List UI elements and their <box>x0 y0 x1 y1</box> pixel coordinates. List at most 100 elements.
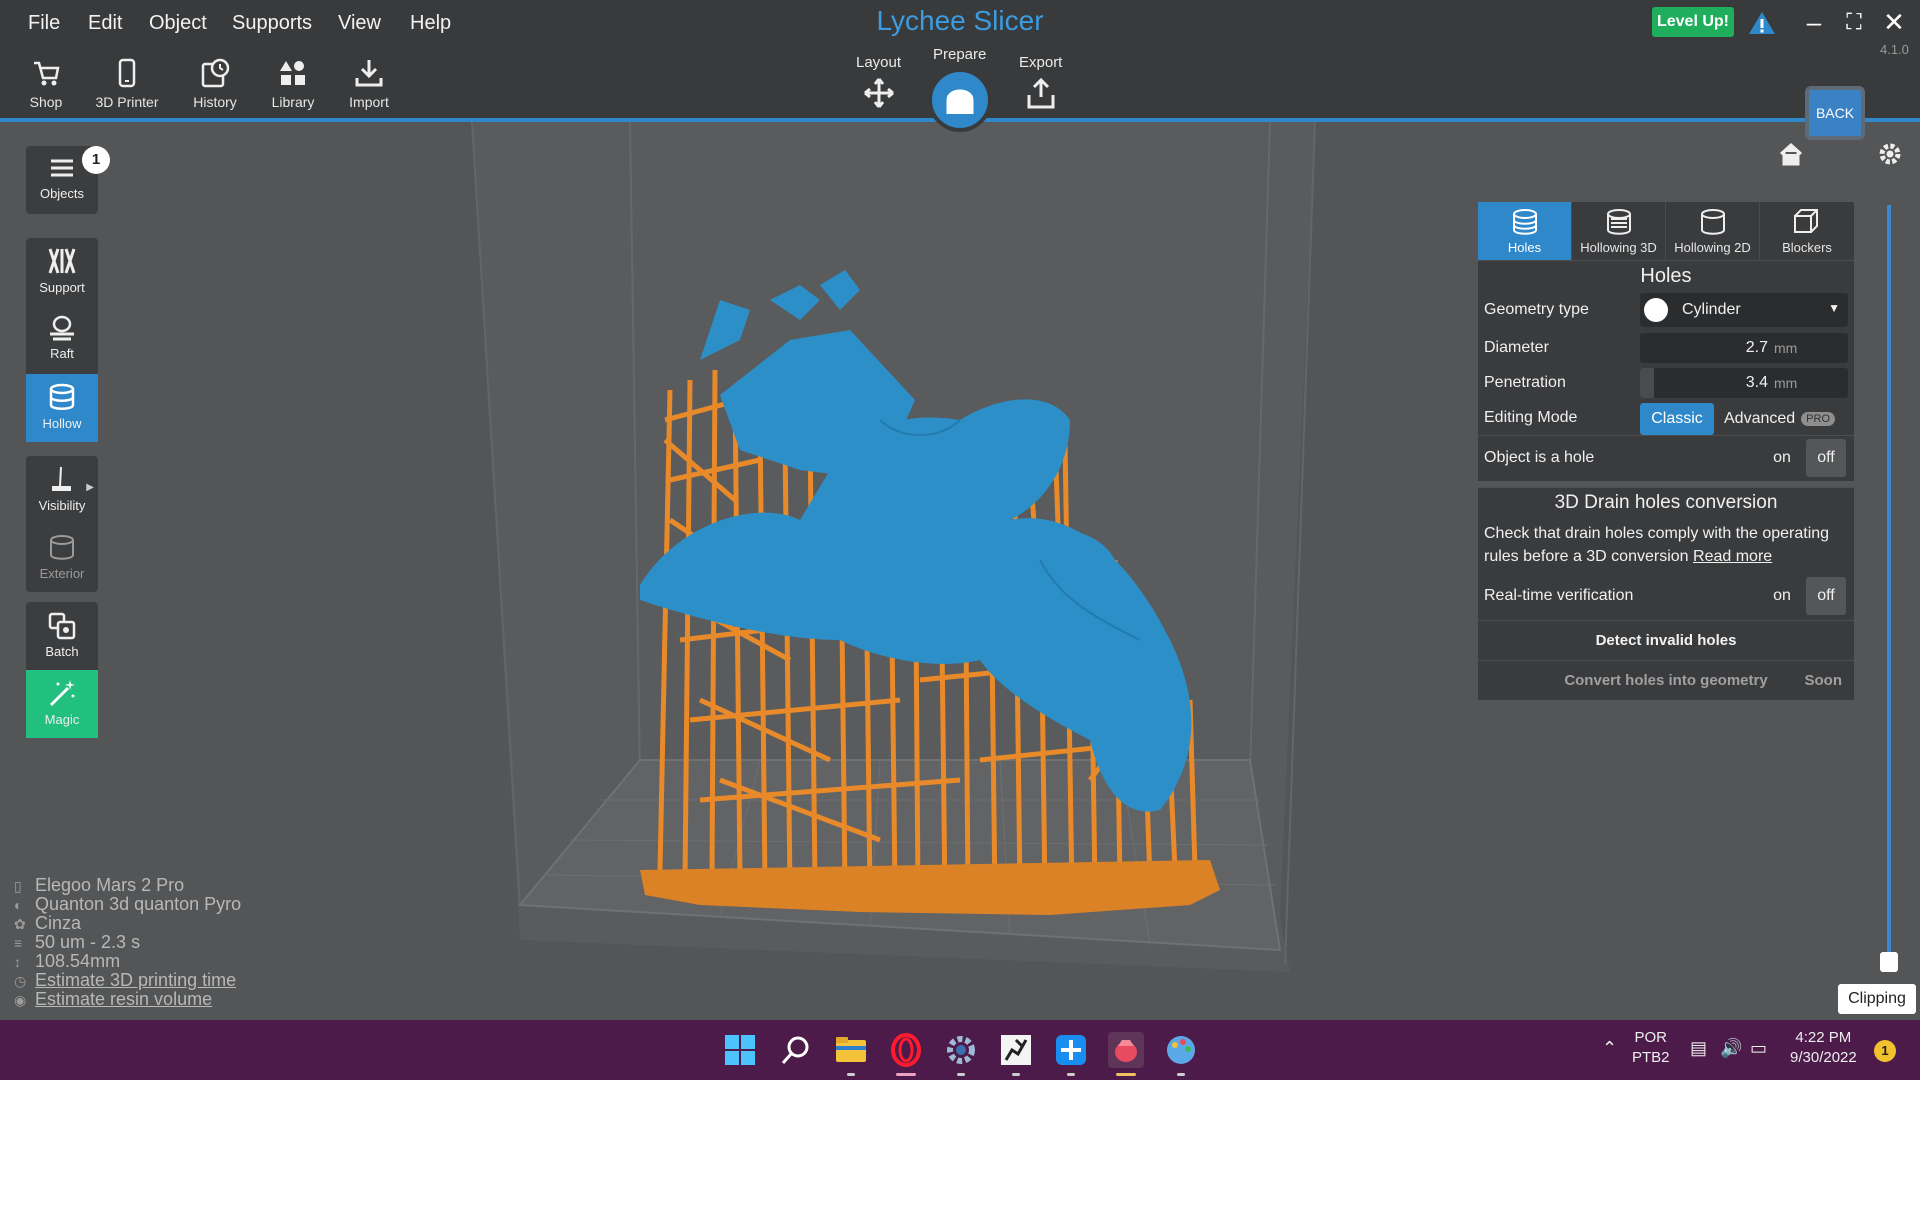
mode-export[interactable]: Export <box>1019 54 1062 111</box>
app-blue-icon[interactable] <box>1053 1032 1089 1076</box>
version-label: 4.1.0 <box>1880 42 1909 57</box>
realtime-off[interactable]: off <box>1806 577 1846 615</box>
network-icon[interactable]: ▤ <box>1690 1038 1707 1059</box>
folder-icon <box>836 1037 866 1062</box>
menu-supports[interactable]: Supports <box>232 12 312 35</box>
zbrush-icon[interactable] <box>998 1032 1034 1076</box>
editing-mode-classic[interactable]: Classic <box>1640 403 1714 435</box>
volume-icon[interactable]: 🔊 <box>1720 1038 1742 1059</box>
penetration-unit: mm <box>1774 375 1798 391</box>
geometry-type-select[interactable]: Cylinder ▼ <box>1640 293 1848 327</box>
hollow-icon <box>49 383 75 410</box>
estimate-volume-link[interactable]: ◉ Estimate resin volume <box>14 989 212 1010</box>
history-button[interactable]: History <box>175 58 255 110</box>
raft-button[interactable]: Raft <box>26 306 98 374</box>
penetration-input[interactable]: 3.4 mm <box>1640 368 1848 398</box>
realtime-on[interactable]: on <box>1762 577 1802 615</box>
estimate-time-link[interactable]: ◷ Estimate 3D printing time <box>14 970 236 991</box>
object-hole-on[interactable]: on <box>1762 439 1802 477</box>
magic-button[interactable]: Magic <box>26 670 98 738</box>
tab-holes[interactable]: Holes <box>1478 202 1572 260</box>
support-button[interactable]: Support <box>26 238 98 306</box>
raft-label: Raft <box>50 346 74 361</box>
import-icon <box>355 60 383 87</box>
opera-icon[interactable] <box>888 1032 924 1076</box>
level-up-button[interactable]: Level Up! <box>1652 7 1734 37</box>
warning-icon[interactable] <box>1748 10 1776 36</box>
battery-icon[interactable]: ▭ <box>1750 1038 1767 1059</box>
show-hidden-icons-chevron[interactable]: ⌃ <box>1602 1038 1617 1059</box>
editing-mode-label: Editing Mode <box>1484 409 1578 426</box>
info-printer: ▯ Elegoo Mars 2 Pro <box>14 875 184 896</box>
penetration-label: Penetration <box>1484 374 1566 391</box>
read-more-link[interactable]: Read more <box>1693 548 1772 565</box>
tab-hollowing-3d[interactable]: Hollowing 3D <box>1572 202 1666 260</box>
gear-app-icon <box>947 1036 975 1064</box>
mode-layout[interactable]: Layout <box>856 54 901 109</box>
clipping-slider-track[interactable] <box>1887 205 1891 953</box>
settings-app-icon[interactable] <box>943 1032 979 1076</box>
tab-holes-label: Holes <box>1507 240 1542 255</box>
exterior-button[interactable]: Exterior <box>26 524 98 592</box>
printer-button[interactable]: 3D Printer <box>87 58 167 110</box>
info-height: ↕ 108.54mm <box>14 951 120 972</box>
visibility-button[interactable]: Visibility ▶ <box>26 456 98 524</box>
minimize-icon[interactable]: – <box>1798 6 1830 38</box>
notification-badge[interactable]: 1 <box>1874 1040 1896 1062</box>
tab-hollowing-3d-label: Hollowing 3D <box>1580 240 1657 255</box>
back-button[interactable]: BACK <box>1805 86 1865 140</box>
editing-mode-advanced[interactable]: Advanced PRO <box>1720 403 1846 435</box>
clock[interactable]: 4:22 PM 9/30/2022 <box>1790 1028 1857 1068</box>
detect-invalid-holes-button[interactable]: Detect invalid holes <box>1478 620 1854 660</box>
exterior-label: Exterior <box>39 566 85 581</box>
maximize-icon[interactable]: ⛶ <box>1838 6 1870 38</box>
import-button[interactable]: Import <box>329 58 409 110</box>
objects-count-badge: 1 <box>82 146 110 174</box>
realtime-verification-toggle[interactable]: on off <box>1762 577 1846 615</box>
library-label: Library <box>271 94 315 110</box>
clipping-slider-handle[interactable] <box>1880 952 1898 972</box>
windows-start-icon[interactable] <box>722 1032 758 1068</box>
support-label: Support <box>39 280 85 295</box>
library-button[interactable]: Library <box>253 58 333 110</box>
drain-description-text: Check that drain holes comply with the o… <box>1484 525 1830 565</box>
object-hole-off[interactable]: off <box>1806 439 1846 477</box>
clipping-label: Clipping <box>1838 984 1916 1014</box>
paint-icon[interactable] <box>1163 1032 1199 1076</box>
palette-app-icon <box>1167 1036 1195 1064</box>
tab-blockers[interactable]: Blockers <box>1760 202 1854 260</box>
language-indicator[interactable]: POR PTB2 <box>1632 1028 1670 1068</box>
file-explorer-icon[interactable] <box>833 1032 869 1076</box>
menu-object[interactable]: Object <box>149 12 207 35</box>
close-icon[interactable]: ✕ <box>1878 6 1910 38</box>
blue-cross-icon <box>1056 1035 1086 1065</box>
batch-label: Batch <box>45 644 79 659</box>
menu-view[interactable]: View <box>338 12 381 35</box>
mode-prepare[interactable]: Prepare <box>933 46 986 63</box>
tools-group: Support Raft Hollow <box>26 238 98 442</box>
estimate-time-text[interactable]: Estimate 3D printing time <box>35 970 236 990</box>
import-label: Import <box>349 94 389 110</box>
dropdown-caret-icon: ▼ <box>1828 301 1840 315</box>
menu-edit[interactable]: Edit <box>88 12 122 35</box>
search-icon[interactable] <box>778 1032 814 1068</box>
estimate-volume-text[interactable]: Estimate resin volume <box>35 989 212 1009</box>
running-dot <box>1012 1073 1020 1076</box>
expand-arrow-icon[interactable]: ▶ <box>86 482 94 493</box>
hollow-label: Hollow <box>42 416 82 431</box>
hollow-panel: Holes Hollowing 3D Hollowing 2D Blockers… <box>1478 202 1854 700</box>
holes-icon <box>1512 209 1537 235</box>
lychee-taskbar-icon[interactable] <box>1108 1032 1144 1076</box>
menu-help[interactable]: Help <box>410 12 451 35</box>
tab-hollowing-2d[interactable]: Hollowing 2D <box>1666 202 1760 260</box>
prepare-mode-button[interactable] <box>928 68 992 132</box>
settings-gear-icon[interactable] <box>1876 140 1904 168</box>
home-icon[interactable] <box>1778 142 1804 166</box>
diameter-input[interactable]: 2.7 mm <box>1640 333 1848 363</box>
hollow-button[interactable]: Hollow <box>26 374 98 442</box>
shop-button[interactable]: Shop <box>6 58 86 110</box>
menu-file[interactable]: File <box>28 12 60 35</box>
phone-printer-icon <box>118 58 136 88</box>
batch-button[interactable]: Batch <box>26 602 98 670</box>
object-hole-toggle[interactable]: on off <box>1762 439 1846 477</box>
